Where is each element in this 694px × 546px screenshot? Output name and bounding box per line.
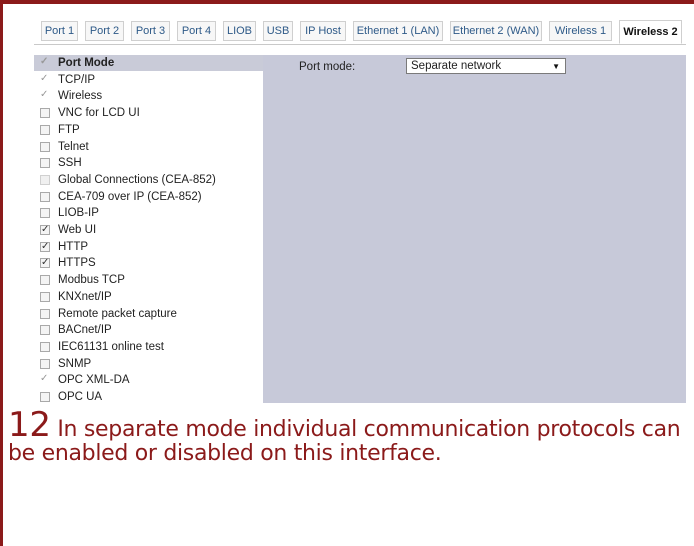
protocol-label: KNXnet/IP — [58, 290, 112, 303]
protocol-label: Port Mode — [58, 57, 115, 69]
left-rule — [0, 0, 3, 546]
protocol-label: IEC61131 online test — [58, 340, 164, 353]
protocol-checkbox[interactable] — [40, 358, 50, 369]
protocol-checkbox — [40, 75, 50, 85]
protocol-label: OPC UA — [58, 391, 103, 403]
protocol-row: BACnet/IP — [40, 322, 260, 338]
tab-usb[interactable]: USB — [263, 21, 293, 41]
protocol-label: OPC XML-DA — [58, 374, 130, 387]
protocol-label: Global Connections (CEA-852) — [58, 173, 216, 186]
caption-number: 12 — [8, 405, 51, 445]
tab-liob[interactable]: LIOB — [223, 21, 256, 41]
protocol-checkbox[interactable] — [40, 191, 50, 202]
protocol-label: FTP — [58, 123, 80, 136]
protocol-row: Global Connections (CEA-852) — [40, 172, 260, 188]
chevron-down-icon[interactable]: ▼ — [552, 62, 560, 71]
tab-port-2[interactable]: Port 2 — [85, 21, 124, 41]
protocol-label: HTTP — [58, 240, 89, 253]
protocol-label: TCP/IP — [58, 73, 96, 86]
protocol-checkbox[interactable] — [40, 141, 50, 152]
protocol-label: Web UI — [58, 224, 97, 236]
port-mode-label: Port mode: — [299, 61, 356, 73]
protocol-checkbox[interactable] — [40, 241, 50, 252]
protocol-checkbox[interactable] — [40, 124, 50, 135]
protocol-label: HTTPS — [58, 257, 96, 270]
settings-panel: Port mode: Separate network ▼ — [263, 55, 686, 403]
figure-caption: 12 In separate mode individual communica… — [8, 408, 688, 466]
protocol-label: Modbus TCP — [58, 274, 125, 287]
figure-frame: Port 1 Port 2 Port 3 Port 4 LIOB USB IP Host Et… — [0, 0, 694, 546]
protocol-checkbox[interactable] — [40, 291, 50, 302]
port-mode-select[interactable]: Separate network ▼ — [406, 58, 566, 74]
protocol-label: VNC for LCD UI — [58, 107, 140, 120]
tab-bar: Port 1 Port 2 Port 3 Port 4 LIOB USB IP Host Et… — [34, 18, 686, 45]
protocol-row: TCP/IP — [40, 72, 260, 88]
tab-wireless-2[interactable]: Wireless 2 — [619, 20, 682, 44]
protocol-checkbox[interactable] — [40, 308, 50, 319]
protocol-row: KNXnet/IP — [40, 289, 260, 305]
config-screen: Port 1 Port 2 Port 3 Port 4 LIOB USB IP Host Et… — [34, 18, 686, 403]
protocol-row: OPC UA — [40, 389, 260, 403]
tab-wireless-1[interactable]: Wireless 1 — [549, 21, 612, 41]
protocol-checkbox — [40, 91, 50, 101]
protocol-checkbox[interactable] — [40, 325, 50, 336]
protocol-checkbox[interactable] — [40, 275, 50, 286]
protocol-label: SSH — [58, 157, 82, 170]
protocol-label: BACnet/IP — [58, 324, 112, 337]
tab-ethernet-2-wan[interactable]: Ethernet 2 (WAN) — [450, 21, 542, 41]
protocol-list: Port Mode TCP/IP Wireless VNC for LCD UI FTP… — [34, 55, 263, 403]
protocol-row: FTP — [40, 122, 260, 138]
protocol-checkbox — [40, 174, 50, 185]
tab-ip-host[interactable]: IP Host — [300, 21, 346, 41]
protocol-row: Remote packet capture — [40, 306, 260, 322]
protocol-row: HTTP — [40, 239, 260, 255]
tab-ethernet-1-lan[interactable]: Ethernet 1 (LAN) — [353, 21, 443, 41]
protocol-row: Web UI — [40, 222, 260, 238]
protocol-label: Telnet — [58, 140, 89, 153]
tab-port-1[interactable]: Port 1 — [41, 21, 78, 41]
protocol-label: SNMP — [58, 357, 92, 370]
protocol-label: Remote packet capture — [58, 307, 177, 320]
content-area: Port Mode TCP/IP Wireless VNC for LCD UI FTP… — [34, 55, 686, 403]
protocol-row: SNMP — [40, 356, 260, 372]
protocol-checkbox[interactable] — [40, 392, 50, 402]
top-rule — [0, 0, 694, 4]
protocol-checkbox[interactable] — [40, 225, 50, 235]
protocol-checkbox[interactable] — [40, 341, 50, 352]
protocol-checkbox[interactable] — [40, 258, 50, 269]
protocol-row: IEC61131 online test — [40, 339, 260, 355]
protocol-checkbox — [40, 375, 50, 385]
protocol-row: OPC XML-DA — [40, 372, 260, 388]
protocol-label: LIOB-IP — [58, 207, 99, 220]
protocol-row: LIOB-IP — [40, 205, 260, 221]
port-mode-value: Separate network — [411, 60, 502, 72]
protocol-row: Telnet — [40, 139, 260, 155]
protocol-row: Modbus TCP — [40, 272, 260, 288]
protocol-row: Port Mode — [34, 55, 263, 71]
protocol-row: SSH — [40, 155, 260, 171]
tab-port-3[interactable]: Port 3 — [131, 21, 170, 41]
protocol-checkbox[interactable] — [40, 108, 50, 119]
protocol-checkbox[interactable] — [40, 158, 50, 169]
protocol-row: VNC for LCD UI — [40, 105, 260, 121]
protocol-row: HTTPS — [40, 255, 260, 271]
protocol-label: CEA-709 over IP (CEA-852) — [58, 190, 202, 203]
caption-text: In separate mode individual communicatio… — [8, 417, 681, 466]
protocol-row: CEA-709 over IP (CEA-852) — [40, 189, 260, 205]
protocol-checkbox — [40, 58, 50, 68]
protocol-checkbox[interactable] — [40, 208, 50, 219]
tab-port-4[interactable]: Port 4 — [177, 21, 216, 41]
protocol-row: Wireless — [40, 88, 260, 104]
protocol-label: Wireless — [58, 90, 103, 103]
